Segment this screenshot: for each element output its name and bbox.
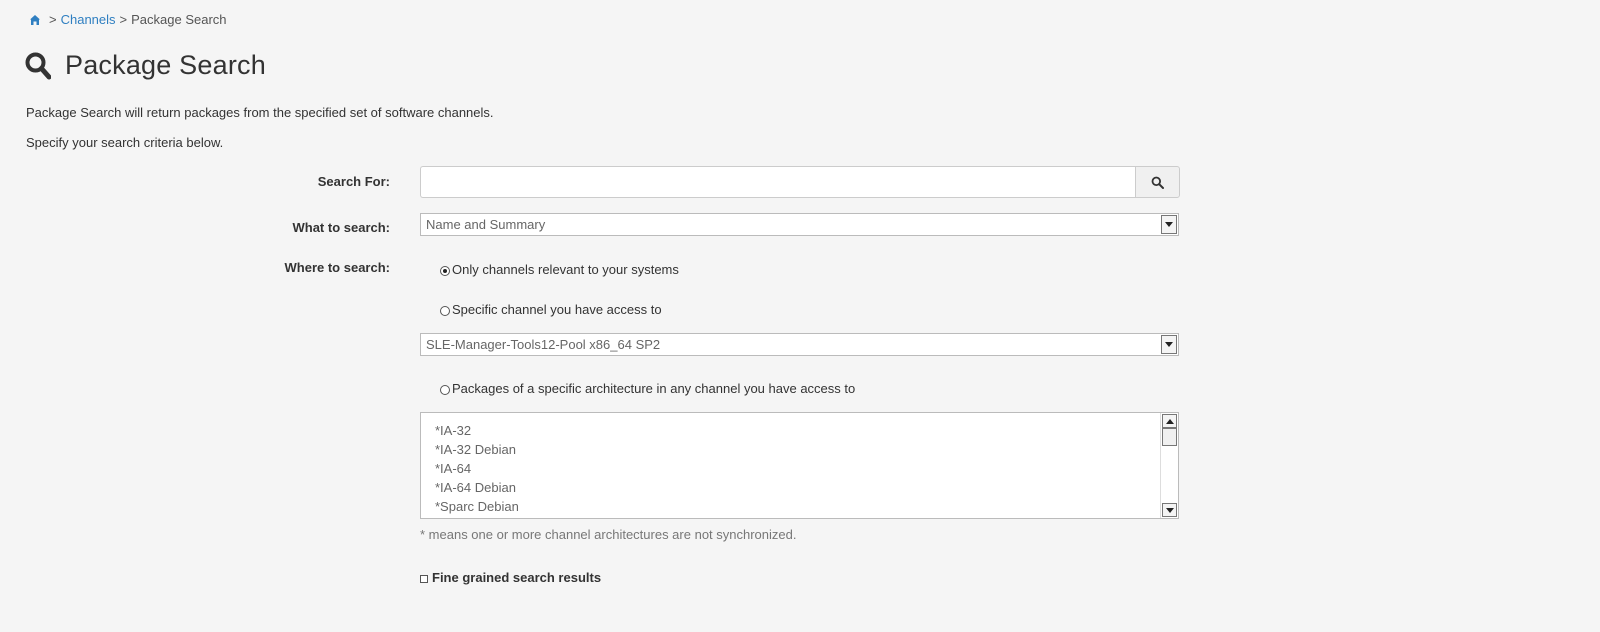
breadcrumb-separator: > (49, 12, 57, 27)
search-input[interactable] (420, 166, 1135, 198)
fine-grained-checkbox[interactable] (420, 575, 428, 583)
list-item[interactable]: *IA-64 Debian (435, 478, 519, 497)
architecture-note: * means one or more channel architecture… (420, 527, 797, 542)
radio-specific-architecture[interactable]: Packages of a specific architecture in a… (440, 381, 855, 396)
list-item[interactable]: *IA-64 (435, 459, 519, 478)
scrollbar-thumb[interactable] (1162, 428, 1177, 446)
what-to-search-value: Name and Summary (426, 217, 546, 232)
intro-text: Package Search will return packages from… (26, 105, 494, 120)
page-header: Package Search (25, 50, 266, 81)
scroll-down-icon[interactable] (1162, 503, 1177, 517)
list-item[interactable]: *IA-32 (435, 421, 519, 440)
fine-grained-option[interactable]: Fine grained search results (420, 570, 601, 585)
radio-button[interactable] (440, 266, 450, 276)
home-icon[interactable] (29, 14, 41, 26)
search-for-label: Search For: (317, 174, 390, 189)
radio-label: Specific channel you have access to (452, 302, 662, 317)
what-to-search-select[interactable]: Name and Summary (420, 213, 1179, 236)
chevron-down-icon[interactable] (1161, 335, 1177, 354)
search-input-group (420, 166, 1180, 198)
chevron-down-icon[interactable] (1161, 215, 1177, 234)
radio-specific-channel[interactable]: Specific channel you have access to (440, 302, 662, 317)
radio-button[interactable] (440, 306, 450, 316)
listbox-scrollbar[interactable] (1160, 413, 1178, 518)
channel-select[interactable]: SLE-Manager-Tools12-Pool x86_64 SP2 (420, 333, 1179, 356)
search-icon (25, 52, 51, 79)
breadcrumb-separator: > (119, 12, 128, 27)
breadcrumb: > Channels > Package Search (29, 12, 227, 27)
where-to-search-label: Where to search: (284, 260, 390, 275)
radio-relevant-channels[interactable]: Only channels relevant to your systems (440, 262, 679, 277)
what-to-search-label: What to search: (292, 220, 390, 235)
list-item[interactable]: *IA-32 Debian (435, 440, 519, 459)
radio-label: Only channels relevant to your systems (452, 262, 679, 277)
search-icon (1151, 176, 1164, 189)
search-button[interactable] (1135, 166, 1180, 198)
radio-label: Packages of a specific architecture in a… (452, 381, 856, 396)
fine-grained-label: Fine grained search results (432, 570, 602, 585)
scroll-up-icon[interactable] (1162, 414, 1177, 428)
breadcrumb-current: Package Search (131, 12, 227, 27)
package-search-page: > Channels > Package Search Package Sear… (0, 0, 1600, 632)
radio-button[interactable] (440, 385, 450, 395)
list-item[interactable]: *Sparc Debian (435, 497, 519, 516)
page-title: Package Search (65, 50, 266, 80)
instruction-text: Specify your search criteria below. (26, 135, 224, 150)
architecture-listbox[interactable]: *IA-32 *IA-32 Debian *IA-64 *IA-64 Debia… (420, 412, 1179, 519)
breadcrumb-channels-link[interactable]: Channels (61, 12, 116, 27)
channel-select-value: SLE-Manager-Tools12-Pool x86_64 SP2 (426, 337, 661, 352)
